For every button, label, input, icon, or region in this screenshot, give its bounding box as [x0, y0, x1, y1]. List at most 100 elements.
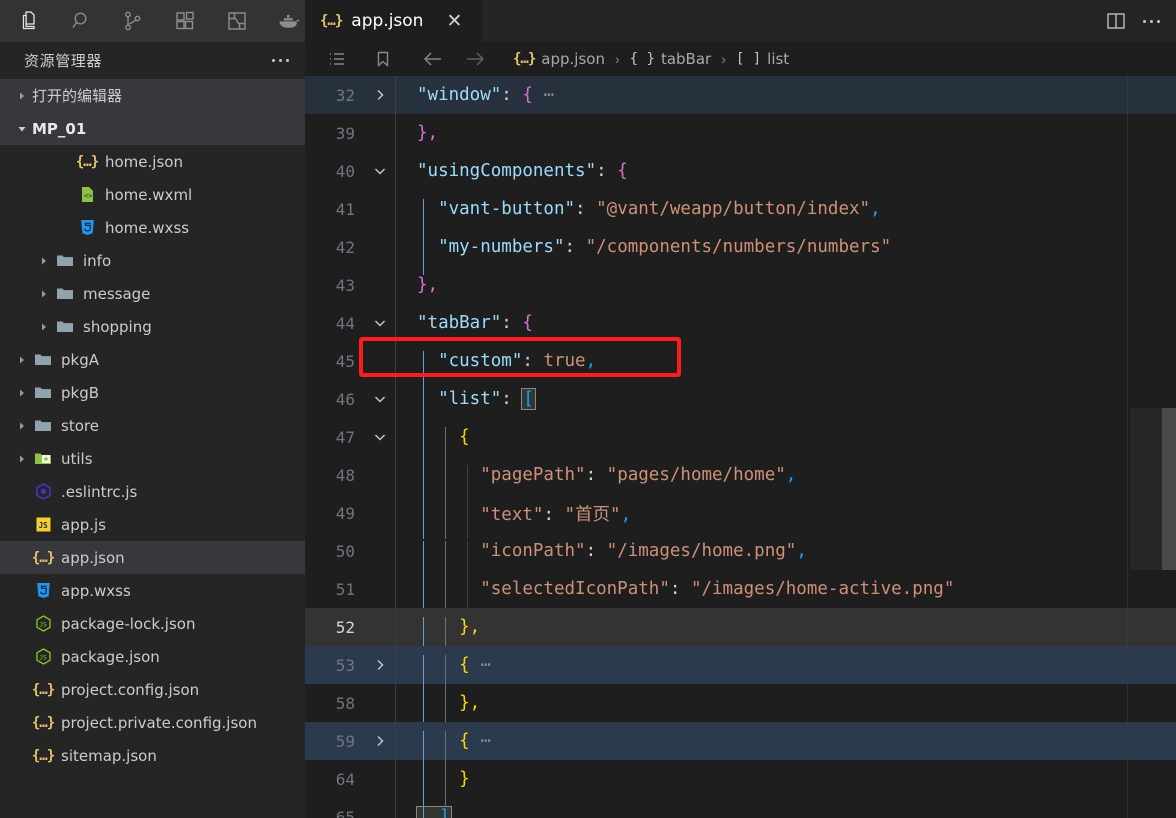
chevron-right-icon[interactable] — [36, 286, 52, 302]
code-line[interactable]: 52 }, — [305, 608, 1176, 655]
chevron-right-icon[interactable] — [14, 451, 30, 467]
code-line[interactable]: 49 "text": "首页", — [305, 494, 1176, 539]
code-line[interactable]: 47 { — [305, 418, 1176, 465]
explorer-icon[interactable] — [14, 6, 44, 36]
code-token: { — [522, 85, 533, 105]
back-arrow-icon[interactable] — [417, 50, 449, 68]
explorer-header: 资源管理器 — [0, 42, 305, 79]
file-tree-item-shopping[interactable]: shopping — [0, 310, 305, 343]
code-line[interactable]: 64 } — [305, 760, 1176, 807]
code-line[interactable]: 32 "window": { ⋯ — [305, 76, 1176, 114]
file-tree-item-label: store — [61, 416, 99, 435]
code-token: [ — [521, 388, 536, 410]
array-icon: [ ] — [735, 51, 762, 67]
code-line[interactable]: 50 "iconPath": "/images/home.png", — [305, 532, 1176, 579]
fold-expanded-icon[interactable] — [365, 392, 395, 406]
code-line[interactable]: 42 "my-numbers": "/components/numbers/nu… — [305, 228, 1176, 275]
file-tree-item-app-json[interactable]: {…} app.json — [0, 541, 305, 574]
twisty-placeholder — [14, 550, 30, 566]
file-tree-item-pkga[interactable]: pkgA — [0, 343, 305, 376]
twisty-placeholder — [58, 220, 74, 236]
file-tree-item-project-private-config-json[interactable]: {…} project.private.config.json — [0, 706, 305, 739]
breadcrumb-item-file[interactable]: {…} app.json — [513, 50, 605, 68]
file-tree-item-package-json[interactable]: JS package.json — [0, 640, 305, 673]
code-text: { ⋯ — [395, 655, 1176, 693]
file-tree-item-project-config-json[interactable]: {…} project.config.json — [0, 673, 305, 706]
chevron-right-icon[interactable] — [14, 352, 30, 368]
chevron-right-icon[interactable] — [36, 253, 52, 269]
code-line[interactable]: 44 "tabBar": { — [305, 304, 1176, 342]
code-line[interactable]: 53 { ⋯ — [305, 646, 1176, 693]
breadcrumb-item-array[interactable]: [ ] list — [736, 50, 789, 68]
fold-expanded-icon[interactable] — [365, 430, 395, 444]
bookmark-icon[interactable] — [367, 50, 399, 68]
file-tree-item-app-js[interactable]: JS app.js — [0, 508, 305, 541]
fold-collapsed-icon[interactable] — [365, 88, 395, 102]
code-token: "custom" — [417, 351, 523, 371]
file-tree-item-info[interactable]: info — [0, 244, 305, 277]
file-tree-item-sitemap-json[interactable]: {…} sitemap.json — [0, 739, 305, 772]
extensions-icon[interactable] — [170, 6, 200, 36]
file-tree-item-message[interactable]: message — [0, 277, 305, 310]
code-token: { — [617, 161, 628, 181]
code-line[interactable]: 48 "pagePath": "pages/home/home", — [305, 456, 1176, 503]
chevron-right-icon[interactable] — [14, 418, 30, 434]
chevron-right-icon[interactable] — [14, 385, 30, 401]
code-line[interactable]: 41 "vant-button": "@vant/weapp/button/in… — [305, 190, 1176, 237]
explorer-panel: 资源管理器 打开的编辑器 MP_01 {…} home.json <> home.wx… — [0, 42, 305, 818]
breadcrumb-item-object[interactable]: { } tabBar — [630, 50, 712, 68]
file-tree-item-store[interactable]: store — [0, 409, 305, 442]
code-line[interactable]: 58 }, — [305, 684, 1176, 731]
breadcrumb-separator: › — [721, 51, 726, 67]
code-line[interactable]: 40 "usingComponents": { — [305, 152, 1176, 190]
outline-icon[interactable] — [321, 50, 353, 68]
sidebar-section-workspace[interactable]: MP_01 — [0, 112, 305, 145]
fold-expanded-icon[interactable] — [365, 316, 395, 330]
docker-icon[interactable] — [274, 6, 304, 36]
code-token: , — [870, 199, 881, 219]
code-text: { — [395, 427, 1176, 465]
close-icon[interactable]: ✕ — [446, 12, 462, 31]
code-line[interactable]: 45 "custom": true, — [305, 342, 1176, 389]
tab-app-json[interactable]: {…} app.json ✕ — [305, 0, 483, 42]
vertical-scrollbar[interactable] — [1162, 408, 1176, 570]
tab-label: app.json — [351, 11, 424, 31]
file-tree-item-label: message — [83, 284, 151, 303]
source-control-icon[interactable] — [118, 6, 148, 36]
chevron-right-icon[interactable] — [36, 319, 52, 335]
more-actions-icon[interactable] — [1143, 19, 1160, 23]
code-lines[interactable]: 32 "window": { ⋯ 39}, 40 "usingComponents": … — [305, 76, 1176, 818]
code-line[interactable]: 59 { ⋯ — [305, 722, 1176, 769]
fold-collapsed-icon[interactable] — [365, 658, 395, 672]
file-tree-item-home-wxss[interactable]: home.wxss — [0, 211, 305, 244]
split-editor-icon[interactable] — [1105, 11, 1127, 31]
code-line[interactable]: 43}, — [305, 266, 1176, 304]
code-token: }, — [417, 275, 439, 295]
code-line[interactable]: 46 "list": [ — [305, 380, 1176, 427]
json-icon: {…} — [31, 681, 55, 698]
forward-arrow-icon[interactable] — [459, 50, 491, 68]
fold-expanded-icon[interactable] — [365, 164, 395, 178]
code-text: "pagePath": "pages/home/home", — [395, 465, 1176, 503]
sidebar-section-open-editors[interactable]: 打开的编辑器 — [0, 79, 305, 112]
file-tree-item-home-json[interactable]: {…} home.json — [0, 145, 305, 178]
fold-collapsed-icon[interactable] — [365, 734, 395, 748]
code-line[interactable]: 51 "selectedIconPath": "/images/home-act… — [305, 570, 1176, 617]
file-tree-item-package-lock-json[interactable]: JS package-lock.json — [0, 607, 305, 640]
line-number: 47 — [335, 427, 355, 447]
file-tree-item-home-wxml[interactable]: <> home.wxml — [0, 178, 305, 211]
explorer-more-actions-icon[interactable] — [272, 59, 289, 62]
code-token: : — [501, 85, 523, 105]
remote-explorer-icon[interactable] — [222, 6, 252, 36]
code-token: : — [575, 199, 597, 219]
code-text: } — [395, 769, 1176, 807]
file-tree-item-app-wxss[interactable]: app.wxss — [0, 574, 305, 607]
file-tree-item-eslintrc-js[interactable]: .eslintrc.js — [0, 475, 305, 508]
code-line[interactable]: 39}, — [305, 114, 1176, 152]
file-tree-item-pkgb[interactable]: pkgB — [0, 376, 305, 409]
code-line[interactable]: 65 ], — [305, 798, 1176, 818]
code-token: "@vant/weapp/button/index" — [596, 199, 871, 219]
search-icon[interactable] — [66, 6, 96, 36]
file-tree-item-utils[interactable]: utils — [0, 442, 305, 475]
code-editor[interactable]: 32 "window": { ⋯ 39}, 40 "usingComponents": … — [305, 76, 1176, 818]
